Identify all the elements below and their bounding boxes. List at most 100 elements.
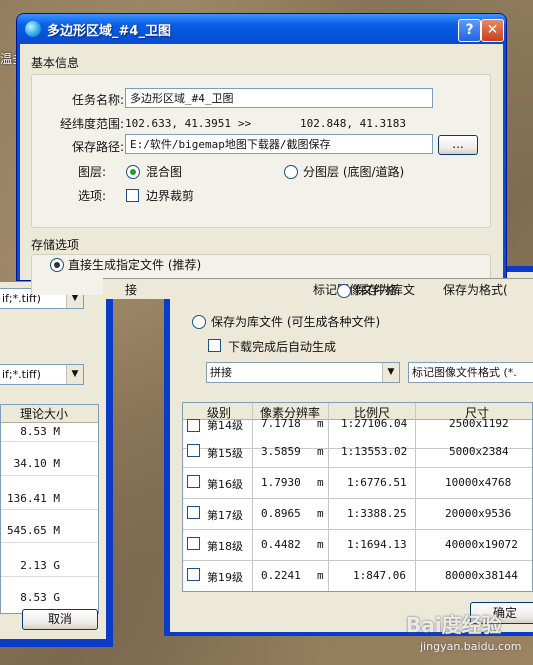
task-name-label: 任务名称: [71, 93, 124, 107]
table-row[interactable]: 第19级 0.2241 m 1:847.06 80000x38144 [183, 560, 532, 591]
layer-mixed-radio[interactable] [126, 165, 140, 179]
mosaic-select[interactable]: 拼接 ▼ [206, 362, 400, 383]
layer-split-radio[interactable] [284, 165, 298, 179]
row-checkbox[interactable] [187, 444, 200, 457]
chevron-down-icon: ▼ [382, 363, 399, 382]
unit-cell: m [317, 538, 324, 551]
scale-cell: 1:27106.04 [341, 417, 408, 430]
row-checkbox[interactable] [187, 568, 200, 581]
unit-cell: m [317, 417, 324, 430]
size-cell: 2.13 G [20, 559, 60, 572]
level-cell: 第17级 [207, 509, 243, 522]
dialog-title: 多边形区域_#4_卫图 [47, 24, 171, 39]
unit-cell: m [317, 445, 324, 458]
chevron-down-icon: ▼ [66, 365, 83, 384]
level-table: 级别 像素分辨率 比例尺 尺寸 第14级 7.1718 m 1:27106.04… [182, 402, 533, 592]
level-cell: 第18级 [207, 540, 243, 553]
size-cell: 80000x38144 [445, 569, 518, 582]
dialog-body: 基本信息 任务名称: 多边形区域_#4_卫图 经纬度范围: 102.633, 4… [20, 44, 503, 295]
layer-mixed-label: 混合图 [146, 165, 183, 179]
resolution-cell: 7.1718 [261, 417, 301, 430]
row-checkbox[interactable] [187, 506, 200, 519]
size-cell: 8.53 M [20, 425, 60, 438]
size-cell: 5000x2384 [449, 445, 509, 458]
size-cell: 2500x1192 [449, 417, 509, 430]
title-bar: 多边形区域_#4_卫图 ? ✕ [17, 14, 506, 44]
level-cell: 第16级 [207, 478, 243, 491]
unit-cell: m [317, 507, 324, 520]
overlap-text: 保存为格式( [443, 283, 508, 297]
scale-cell: 1:3388.25 [347, 507, 407, 520]
table-row[interactable]: 第18级 0.4482 m 1:1694.13 40000x19072 [183, 529, 532, 561]
row-divider [1, 509, 98, 510]
scale-cell: 1:1694.13 [347, 538, 407, 551]
auto-generate-label: 下载完成后自动生成 [228, 340, 337, 354]
row-divider [1, 475, 98, 476]
format-select-2[interactable]: if;*.tiff) ▼ [0, 364, 84, 385]
range-to: 102.848, 41.3183 [300, 117, 406, 130]
save-path-label: 保存路径: [71, 140, 124, 154]
size-header: 理论大小 [1, 405, 98, 423]
layer-split-label: 分图层 (底图/道路) [303, 165, 405, 179]
level-cell: 第19级 [207, 571, 243, 584]
options-label: 选项: [77, 189, 106, 203]
direct-generate-radio[interactable] [50, 258, 64, 272]
row-checkbox[interactable] [187, 419, 200, 432]
resolution-cell: 3.5859 [261, 445, 301, 458]
row-checkbox[interactable] [187, 475, 200, 488]
overlap-text: 接 [125, 283, 138, 297]
unit-cell: m [317, 476, 324, 489]
overlap-text: 保存为库文 [355, 283, 416, 297]
resolution-cell: 0.8965 [261, 507, 301, 520]
main-dialog: 多边形区域_#4_卫图 ? ✕ 基本信息 任务名称: 多边形区域_#4_卫图 经… [17, 14, 506, 295]
range-arrow: >> [238, 117, 252, 130]
range-from: 102.633, 41.3951 [125, 117, 231, 130]
mark-format-select[interactable]: 标记图像文件格式 (*. [408, 362, 533, 383]
table-row[interactable]: 第15级 3.5859 m 1:13553.02 5000x2384 [183, 436, 532, 468]
watermark-brand: Bai度经验 [406, 613, 502, 637]
row-divider [1, 441, 98, 442]
overlap-strip: 接 标记图像文件格 保存为库文 保存为格式( [103, 278, 533, 299]
help-button[interactable]: ? [458, 19, 481, 42]
right-dialog: 保存为库文件 (可生成各种文件) 下载完成后自动生成 拼接 ▼ 标记图像文件格式… [164, 266, 533, 636]
scale-cell: 1:6776.51 [347, 476, 407, 489]
auto-generate-checkbox[interactable] [208, 339, 221, 352]
resolution-cell: 1.7930 [261, 476, 301, 489]
cancel-button[interactable]: 取消 [22, 609, 98, 630]
resolution-cell: 0.4482 [261, 538, 301, 551]
watermark-url: jingyan.baidu.com [420, 640, 522, 653]
storage-options-heading: 存储选项 [31, 238, 80, 252]
size-cell: 34.10 M [13, 457, 60, 470]
table-row[interactable]: 第17级 0.8965 m 1:3388.25 20000x9536 [183, 498, 532, 530]
row-divider [1, 542, 98, 543]
mark-format-select-value: 标记图像文件格式 (*. [412, 366, 517, 379]
boundary-crop-checkbox[interactable] [126, 189, 139, 202]
range-label: 经纬度范围: [59, 117, 124, 131]
save-path-input[interactable]: E:/软件/bigemap地图下载器/截图保存 [125, 134, 433, 154]
browse-button[interactable]: ... [438, 135, 478, 155]
boundary-crop-label: 边界裁剪 [146, 189, 195, 203]
close-button[interactable]: ✕ [481, 19, 504, 42]
size-cell: 545.65 M [7, 524, 60, 537]
row-divider [1, 576, 98, 577]
size-cell: 40000x19072 [445, 538, 518, 551]
left-dialog-body: if;*.tiff) ▼ if;*.tiff) ▼ 理论大小 8.53 M 34… [0, 282, 106, 639]
size-table: 理论大小 8.53 M 34.10 M 136.41 M 545.65 M 2.… [0, 404, 99, 614]
app-icon [25, 21, 41, 37]
basic-info-heading: 基本信息 [31, 56, 80, 70]
format-select-2-value: if;*.tiff) [2, 368, 41, 381]
save-library-radio[interactable] [192, 315, 206, 329]
level-cell: 第15级 [207, 447, 243, 460]
overlap-radio[interactable] [337, 284, 351, 298]
task-name-input[interactable]: 多边形区域_#4_卫图 [125, 88, 433, 108]
row-checkbox[interactable] [187, 537, 200, 550]
size-cell: 20000x9536 [445, 507, 512, 520]
save-library-label: 保存为库文件 (可生成各种文件) [211, 315, 381, 329]
level-cell: 第14级 [207, 419, 243, 432]
layer-label: 图层: [77, 165, 106, 179]
mosaic-select-value: 拼接 [210, 366, 232, 379]
size-cell: 136.41 M [7, 492, 60, 505]
table-row[interactable]: 第16级 1.7930 m 1:6776.51 10000x4768 [183, 467, 532, 499]
unit-cell: m [317, 569, 324, 582]
left-dialog: if;*.tiff) ▼ if;*.tiff) ▼ 理论大小 8.53 M 34… [0, 282, 113, 647]
